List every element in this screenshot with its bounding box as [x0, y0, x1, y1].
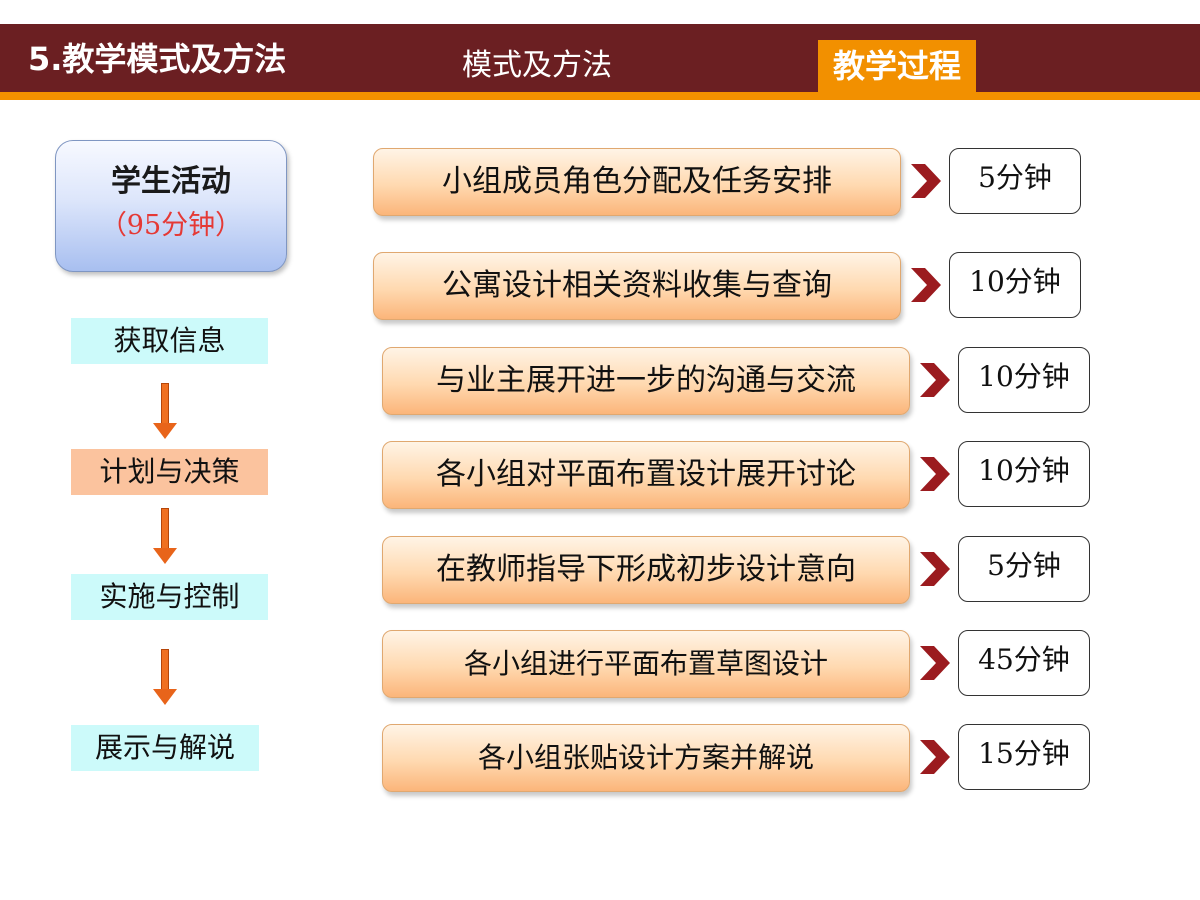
chevron-right-icon — [911, 268, 941, 302]
step-plan-and-decide: 计划与决策 — [71, 449, 268, 495]
task-bar: 在教师指导下形成初步设计意向 — [382, 536, 910, 604]
student-activity-box: 学生活动 （95分钟） — [55, 140, 287, 272]
section-title: 5.教学模式及方法 — [28, 40, 287, 78]
chevron-right-icon — [920, 457, 950, 491]
tab-teaching-process[interactable]: 教学过程 — [818, 40, 976, 92]
chevron-right-icon — [920, 552, 950, 586]
step-present-and-explain: 展示与解说 — [71, 725, 259, 771]
down-arrow-icon — [153, 383, 179, 439]
task-duration-box: 5分钟 — [949, 148, 1081, 214]
header-underline — [0, 92, 1200, 100]
tab-mode-and-method[interactable]: 模式及方法 — [462, 44, 612, 88]
task-bar: 各小组张贴设计方案并解说 — [382, 724, 910, 792]
task-duration-box: 10分钟 — [958, 441, 1090, 507]
chevron-right-icon — [920, 363, 950, 397]
down-arrow-icon — [153, 649, 179, 705]
task-duration-box: 45分钟 — [958, 630, 1090, 696]
task-bar: 小组成员角色分配及任务安排 — [373, 148, 901, 216]
chevron-right-icon — [920, 646, 950, 680]
student-activity-duration: （95分钟） — [99, 210, 243, 241]
task-duration-box: 10分钟 — [958, 347, 1090, 413]
step-get-information: 获取信息 — [71, 318, 268, 364]
chevron-right-icon — [920, 740, 950, 774]
task-bar: 与业主展开进一步的沟通与交流 — [382, 347, 910, 415]
task-bar: 各小组进行平面布置草图设计 — [382, 630, 910, 698]
task-bar: 各小组对平面布置设计展开讨论 — [382, 441, 910, 509]
task-duration-box: 10分钟 — [949, 252, 1081, 318]
chevron-right-icon — [911, 164, 941, 198]
step-implement-and-control: 实施与控制 — [71, 574, 268, 620]
task-duration-box: 5分钟 — [958, 536, 1090, 602]
task-bar: 公寓设计相关资料收集与查询 — [373, 252, 901, 320]
down-arrow-icon — [153, 508, 179, 564]
student-activity-title: 学生活动 — [111, 164, 231, 199]
task-duration-box: 15分钟 — [958, 724, 1090, 790]
